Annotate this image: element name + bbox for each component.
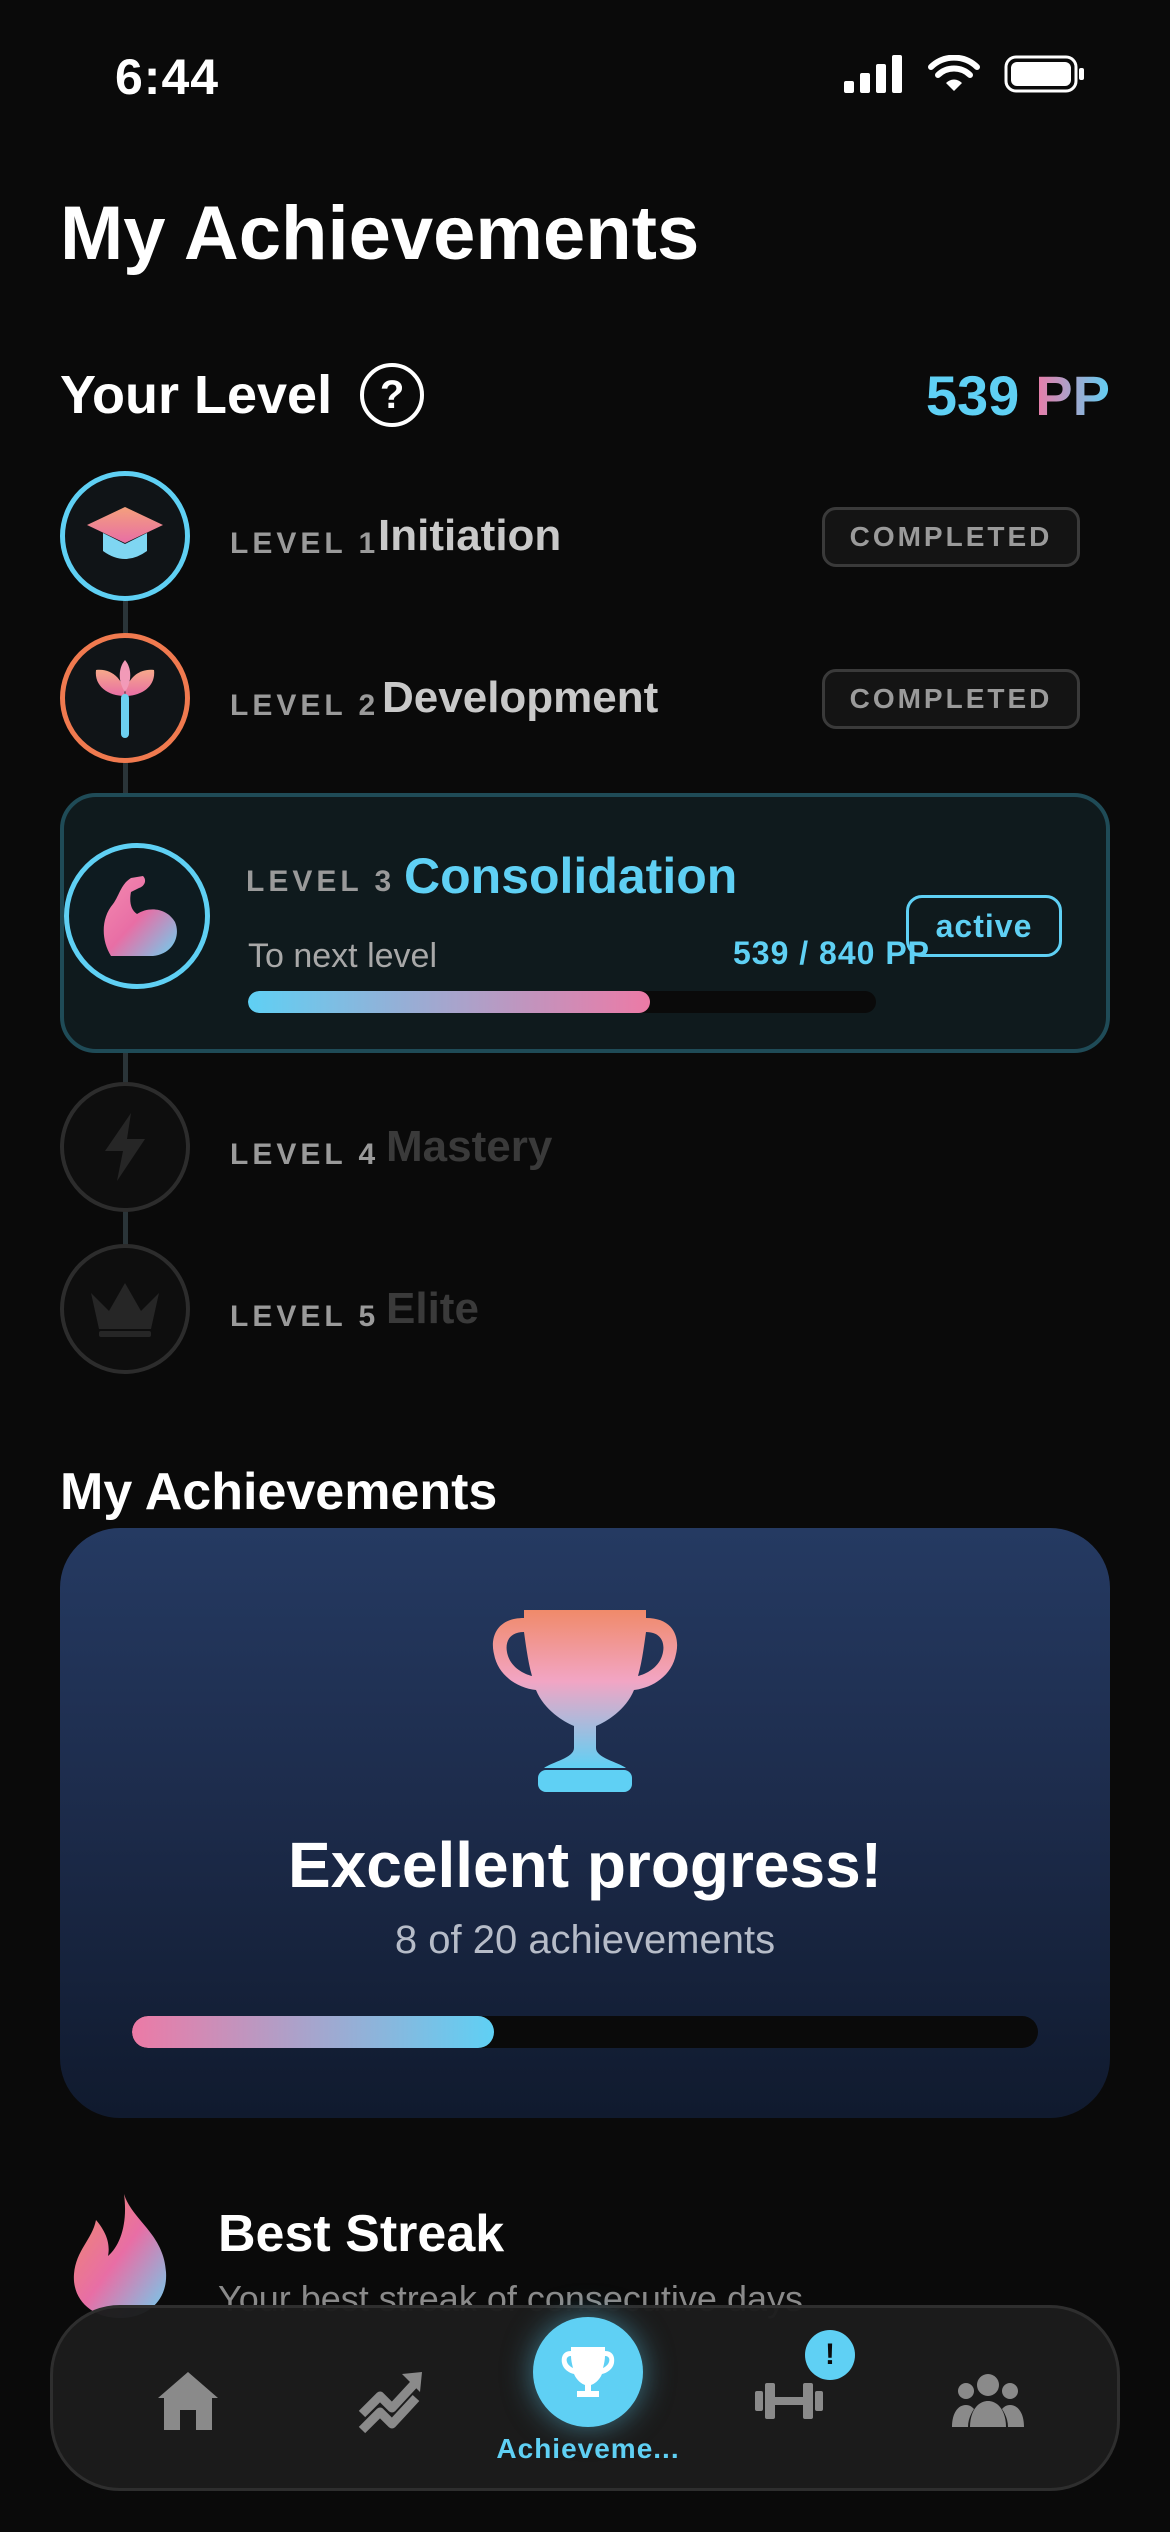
level-name: Mastery [386, 1122, 553, 1171]
next-level-value: 539 / 840 PP [732, 935, 930, 971]
level-tag: LEVEL 2 [230, 689, 380, 722]
signal-icon [844, 55, 902, 93]
page-title: My Achievements [60, 191, 700, 276]
help-icon[interactable]: ? [360, 363, 425, 427]
trending-icon [358, 2372, 422, 2434]
level-header: Your Level ? 539 PP [60, 355, 1110, 435]
level-progress-bar [248, 991, 876, 1013]
tab-progress[interactable] [301, 2308, 481, 2494]
level-tag: LEVEL 1 [230, 527, 380, 560]
level-row-4[interactable]: LEVEL 4 Mastery [60, 1082, 1110, 1214]
tab-community[interactable] [898, 2308, 1078, 2494]
level-name: Development [382, 673, 659, 722]
tab-label: Achieveme... [496, 2433, 680, 2464]
achievements-progress-fill [132, 2016, 495, 2048]
level-progress-fill [248, 991, 650, 1013]
people-icon [952, 2374, 1024, 2427]
level-row-1[interactable]: LEVEL 1 Initiation COMPLETED [60, 471, 1110, 603]
tab-active-bubble [533, 2317, 643, 2427]
flexed-biceps-icon [64, 843, 210, 989]
crown-icon [60, 1244, 190, 1374]
graduation-cap-icon [60, 471, 190, 601]
best-streak-row[interactable]: Best Streak Your best streak of consecut… [60, 2180, 1110, 2320]
trophy-icon [492, 1610, 678, 1792]
battery-icon [1004, 55, 1084, 93]
achievements-heading: My Achievements [60, 1463, 498, 1521]
tab-workouts[interactable]: ! [699, 2308, 879, 2494]
status-bar: 6:44 [0, 0, 1170, 150]
sprout-icon [60, 633, 190, 763]
dumbbell-icon [755, 2383, 823, 2419]
next-level-label: To next level [248, 937, 437, 975]
points-unit: PP [1035, 363, 1110, 427]
tab-home[interactable] [98, 2308, 278, 2494]
status-badge: COMPLETED [822, 669, 1080, 729]
points-total: 539 PP [926, 363, 1110, 428]
trophy-icon [561, 2347, 615, 2397]
level-tag: LEVEL 4 [230, 1138, 380, 1171]
level-tag: LEVEL 5 [230, 1300, 380, 1333]
level-row-2[interactable]: LEVEL 2 Development COMPLETED [60, 633, 1110, 765]
notification-badge: ! [805, 2330, 855, 2380]
status-badge: COMPLETED [822, 507, 1080, 567]
wifi-icon [928, 55, 980, 91]
achievements-count: 8 of 20 achievements [394, 1918, 776, 1962]
streak-title: Best Streak [218, 2205, 505, 2263]
tab-achievements[interactable]: Achieveme... [496, 2308, 680, 2494]
status-time: 6:44 [115, 49, 220, 105]
level-name: Elite [386, 1284, 479, 1333]
level-tag: LEVEL 3 [246, 865, 396, 898]
points-value: 539 [925, 363, 1020, 427]
achievements-title: Excellent progress! [288, 1829, 882, 1901]
lightning-icon [60, 1082, 190, 1212]
active-level-card[interactable]: LEVEL 3 Consolidation To next level 539 … [60, 793, 1110, 1053]
flame-icon [73, 2194, 167, 2318]
active-badge: active [906, 895, 1062, 957]
achievements-card[interactable]: Excellent progress! 8 of 20 achievements [60, 1528, 1110, 2118]
status-icons [844, 55, 1086, 93]
level-section-title: Your Level [60, 365, 333, 425]
home-icon [158, 2372, 218, 2430]
achievements-progress-bar [132, 2016, 1038, 2048]
tab-bar: Achieveme... ! [50, 2305, 1120, 2491]
level-name: Initiation [378, 511, 562, 560]
level-name: Consolidation [404, 848, 738, 904]
level-row-5[interactable]: LEVEL 5 Elite [60, 1244, 1110, 1376]
